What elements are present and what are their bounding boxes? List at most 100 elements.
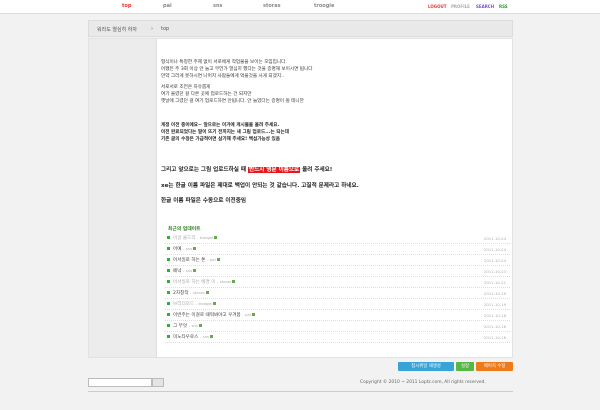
nav-tab-pai[interactable]: pai	[163, 3, 172, 9]
recent-updates-title: 최근의 업데이트	[168, 227, 201, 232]
update-title[interactable]: 브리더모드	[173, 302, 194, 307]
update-author: storas	[192, 290, 205, 295]
update-author-sep: -	[242, 312, 244, 317]
breadcrumb-current: top	[161, 26, 170, 32]
update-author: sns	[185, 246, 193, 251]
notes-text: 서로서로 조언은 자유롭게 여기 올렸던 걸 다른 곳에 업로드하는 건 되지만…	[161, 84, 511, 105]
rule-line: 게정 이전 중이에요~ 앞으로는 이거에 게시물을 올려 주세요.	[161, 123, 280, 128]
update-author-sep: -	[190, 290, 192, 295]
update-title[interactable]: 미노타우로스	[173, 335, 198, 340]
update-author: pai	[245, 312, 251, 317]
image-icon	[205, 291, 209, 294]
update-date: 2011-10-19	[483, 302, 506, 307]
announce-line-2: xe는 한글 이름 파일은 제대로 백업이 안되는 것 같습니다. 고질적 문제…	[161, 183, 359, 189]
update-title[interactable]: 어서일로 하는 톤	[173, 258, 206, 263]
update-row[interactable]: 어예 - sns 2011-10-24	[165, 244, 510, 255]
update-row[interactable]: 2차창작 - storas 2011-10-19	[165, 288, 510, 299]
rule-line: 기존 글의 수정은 가급적이면 삼가해 주세요! 백섭가능성 있음	[161, 137, 280, 142]
update-title[interactable]: 그 무엇	[173, 324, 187, 329]
update-row[interactable]: 어서일로 하는 톤 - pai 2011-10-24	[165, 255, 510, 266]
note-line: 여기 올렸던 걸 다른 곳에 업로드하는 건 되지만	[161, 92, 252, 97]
update-title-wrap: 페넉 - sns	[173, 268, 197, 274]
regenerate-cache-button[interactable]: 첨시위일 재생성	[398, 362, 454, 371]
settings-button[interactable]: 설정	[456, 362, 474, 371]
update-date: 2011-10-18	[483, 313, 506, 318]
nav-tab-top[interactable]: top	[122, 3, 131, 9]
update-title[interactable]: 이번주는 이걸로 때워봐야고 우겨봄	[173, 313, 241, 318]
update-date: 2011-10-24	[483, 247, 506, 252]
image-icon	[198, 324, 202, 327]
rule-line: 이전 완료되었다는 말이 뜨기 전까지는 새 그림 업로드...는 되는데	[161, 130, 289, 135]
update-author: troogie	[198, 301, 212, 306]
image-icon	[193, 269, 197, 272]
copyright-text: Copyright © 2010 ~ 2011 Loptz.com, All r…	[360, 380, 486, 385]
update-row[interactable]: 미노타우로스 - sns 2011-10-18	[165, 332, 510, 343]
logout-link[interactable]: LOGOUT	[428, 4, 446, 9]
update-date: 2011-10-18	[483, 324, 506, 329]
update-title[interactable]: 2차창작	[173, 291, 189, 296]
breadcrumb-separator: ›	[151, 26, 153, 32]
top-navigation-bar: top pai sns storas troogie LOGOUT PROFIL…	[0, 0, 600, 14]
image-icon	[232, 280, 236, 283]
intro-line: 형식이나 특정한 주제 없이 서로에게 작업물을 보이는 모임입니다.	[161, 60, 287, 65]
bullet-icon	[167, 247, 170, 250]
update-title-wrap: 2차창작 - storas	[173, 290, 209, 296]
update-row[interactable]: 이번주는 이걸로 때워봐야고 우겨봄 - pai 2011-10-18	[165, 310, 510, 321]
bullet-icon	[167, 302, 170, 305]
left-sidebar	[89, 39, 157, 357]
update-row[interactable]: 그 무엇 - sns 2011-10-18	[165, 321, 510, 332]
breadcrumb-home[interactable]: 워라도 열심히 하자	[97, 26, 137, 33]
update-author-sep: -	[188, 323, 190, 328]
update-title-wrap: 어서일로 하는 배경 이 - storas	[173, 279, 236, 285]
highlight-text: 반드시 영문 이름으로	[247, 167, 301, 173]
update-author: pai	[209, 257, 216, 262]
update-title[interactable]: 이글 올드리	[173, 236, 196, 241]
update-title[interactable]: 어서일로 하는 배경 이	[173, 280, 215, 285]
update-author: sns	[202, 334, 210, 339]
update-title-wrap: 이번주는 이걸로 때워봐야고 우겨봄 - pai	[173, 312, 255, 318]
update-author-sep: -	[195, 301, 197, 306]
edit-page-button[interactable]: 페이지 수정	[476, 362, 513, 371]
update-title-wrap: 브리더모드 - troogie	[173, 301, 216, 307]
update-row[interactable]: 브리더모드 - troogie 2011-10-19	[165, 299, 510, 310]
update-date: 2011-10-23	[483, 269, 506, 274]
update-author: storas	[219, 279, 232, 284]
footer-search-button[interactable]	[152, 378, 164, 387]
image-icon	[216, 258, 220, 261]
breadcrumb: 워라도 열심히 하자 › top	[88, 20, 513, 37]
update-date: 2011-10-24	[483, 236, 506, 241]
update-title-wrap: 어예 - sns	[173, 246, 197, 252]
update-author-sep: -	[216, 279, 219, 284]
update-author: sns	[185, 268, 193, 273]
recent-updates-list: 이글 올드리 - troogie 2011-10-24 어예 - sns 2011-1…	[165, 233, 510, 343]
footer-search-input[interactable]	[88, 378, 152, 387]
update-row[interactable]: 어서일로 하는 배경 이 - storas 2011-10-21	[165, 277, 510, 288]
update-title-wrap: 그 무엇 - sns	[173, 323, 202, 329]
update-title-wrap: 미노타우로스 - sns	[173, 334, 214, 340]
update-author-sep: -	[182, 268, 185, 273]
search-link[interactable]: SEARCH	[476, 4, 494, 9]
nav-tab-sns[interactable]: sns	[213, 3, 223, 9]
update-author-sep: -	[206, 257, 209, 262]
update-title-wrap: 이글 올드리 - troogie	[173, 235, 218, 241]
rss-link[interactable]: RSS	[499, 4, 508, 9]
intro-line: 어쨌든 주 3회 이상 안 늘고 무언가 열심히 했다는 것을 증명해 보이시면…	[161, 67, 313, 72]
bullet-icon	[167, 313, 170, 316]
update-title[interactable]: 어예	[173, 247, 181, 252]
nav-tab-troogie[interactable]: troogie	[314, 3, 334, 9]
update-row[interactable]: 이글 올드리 - troogie 2011-10-24	[165, 233, 510, 244]
profile-link[interactable]: PROFILE	[451, 4, 470, 9]
update-author: troogie	[199, 235, 214, 240]
update-title[interactable]: 페넉	[173, 269, 181, 274]
update-row[interactable]: 페넉 - sns 2011-10-23	[165, 266, 510, 277]
update-author: sns	[191, 323, 198, 328]
bullet-icon	[167, 324, 170, 327]
bullet-icon	[167, 236, 170, 239]
intro-text: 형식이나 특정한 주제 없이 서로에게 작업물을 보이는 모임입니다. 어쨌든 …	[161, 59, 511, 80]
bullet-icon	[167, 280, 170, 283]
rules-text: 게정 이전 중이에요~ 앞으로는 이거에 게시물을 올려 주세요. 이전 완료되…	[161, 122, 511, 143]
image-icon	[251, 313, 255, 316]
note-line: 서로서로 조언은 자유롭게	[161, 85, 211, 90]
update-author-sep: -	[199, 334, 202, 339]
nav-tab-storas[interactable]: storas	[263, 3, 281, 9]
